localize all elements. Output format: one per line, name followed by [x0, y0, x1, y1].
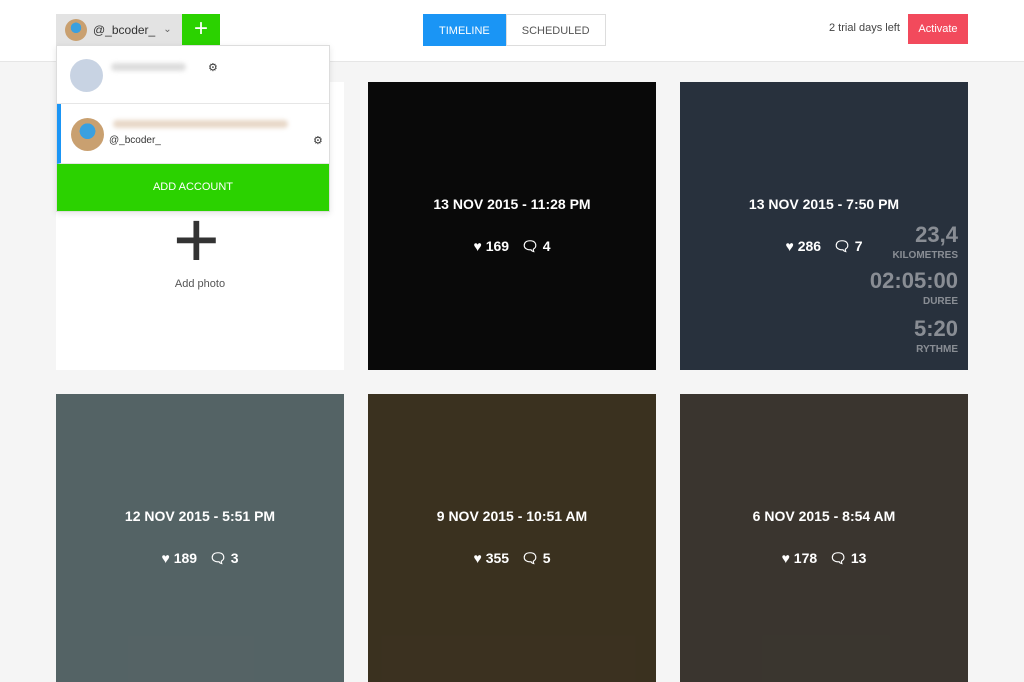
- post-date: 13 NOV 2015 - 11:28 PM: [433, 196, 591, 212]
- post-date: 12 NOV 2015 - 5:51 PM: [124, 508, 276, 524]
- account-handle: @_bcoder_: [109, 135, 161, 146]
- tab-timeline[interactable]: TIMELINE: [423, 14, 506, 46]
- heart-icon: ♥: [473, 238, 482, 254]
- avatar: [65, 18, 87, 41]
- add-account-button[interactable]: ADD ACCOUNT: [57, 164, 329, 211]
- tab-scheduled[interactable]: SCHEDULED: [505, 14, 606, 46]
- like-count: 189: [173, 550, 198, 566]
- post-date: 6 NOV 2015 - 8:54 AM: [752, 508, 896, 524]
- trial-status: 2 trial days left: [829, 22, 900, 34]
- photo-overlay: [368, 82, 656, 370]
- post-tile[interactable]: 23,4 KILOMETRES 02:05:00 DUREE 5:20 RYTHME 13 …: [680, 82, 968, 370]
- gear-icon[interactable]: ⚙: [208, 61, 218, 74]
- comment-count: 4: [542, 238, 551, 254]
- activate-button[interactable]: Activate: [908, 14, 968, 44]
- account-dropdown: ⚙ ⚙ @_bcoder_ ADD ACCOUNT: [56, 45, 330, 212]
- add-photo-label: Add photo: [174, 278, 226, 290]
- heart-icon: ♥: [473, 550, 482, 566]
- comment-count: 13: [850, 550, 867, 566]
- comment-icon: 🗨︎: [209, 550, 227, 566]
- like-count: 178: [793, 550, 818, 566]
- account-switcher[interactable]: @_bcoder_ ⌄: [56, 14, 182, 45]
- post-tile[interactable]: 6 NOV 2015 - 8:54 AM ♥ 178 🗨︎ 13: [680, 394, 968, 682]
- account-name: [111, 63, 186, 71]
- comment-count: 5: [542, 550, 551, 566]
- account-item[interactable]: ⚙: [57, 46, 329, 104]
- like-count: 169: [485, 238, 510, 254]
- gear-icon[interactable]: ⚙: [313, 134, 323, 147]
- post-tile[interactable]: 13 NOV 2015 - 11:28 PM ♥ 169 🗨︎ 4: [368, 82, 656, 370]
- account-handle: @_bcoder_: [93, 22, 156, 37]
- photo-text: 02:05:00: [869, 268, 958, 293]
- comment-icon: 🗨︎: [521, 550, 539, 566]
- comment-count: 3: [230, 550, 239, 566]
- comment-icon: 🗨︎: [833, 238, 851, 254]
- comment-icon: 🗨︎: [521, 238, 539, 254]
- heart-icon: ♥: [785, 238, 794, 254]
- photo-text: DUREE: [922, 296, 958, 307]
- photo-overlay: [680, 394, 968, 682]
- add-photo-icon: +: [173, 195, 220, 284]
- post-date: 13 NOV 2015 - 7:50 PM: [748, 196, 900, 212]
- avatar: [70, 59, 103, 92]
- photo-overlay: [56, 394, 344, 682]
- avatar: [71, 118, 104, 151]
- photo-overlay: [368, 394, 656, 682]
- heart-icon: ♥: [161, 550, 170, 566]
- chevron-down-icon: ⌄: [163, 24, 172, 35]
- post-date: 9 NOV 2015 - 10:51 AM: [436, 508, 588, 524]
- comment-count: 7: [854, 238, 863, 254]
- heart-icon: ♥: [781, 550, 790, 566]
- account-item-selected[interactable]: ⚙: [57, 104, 329, 164]
- post-tile[interactable]: 9 NOV 2015 - 10:51 AM ♥ 355 🗨︎ 5: [368, 394, 656, 682]
- like-count: 355: [485, 550, 510, 566]
- account-name: [113, 120, 288, 128]
- like-count: 286: [797, 238, 822, 254]
- photo-text: RYTHME: [916, 344, 958, 355]
- comment-icon: 🗨︎: [829, 550, 847, 566]
- plus-icon[interactable]: +: [182, 14, 220, 45]
- photo-text: 5:20: [913, 316, 958, 341]
- post-tile[interactable]: 12 NOV 2015 - 5:51 PM ♥ 189 🗨︎ 3: [56, 394, 344, 682]
